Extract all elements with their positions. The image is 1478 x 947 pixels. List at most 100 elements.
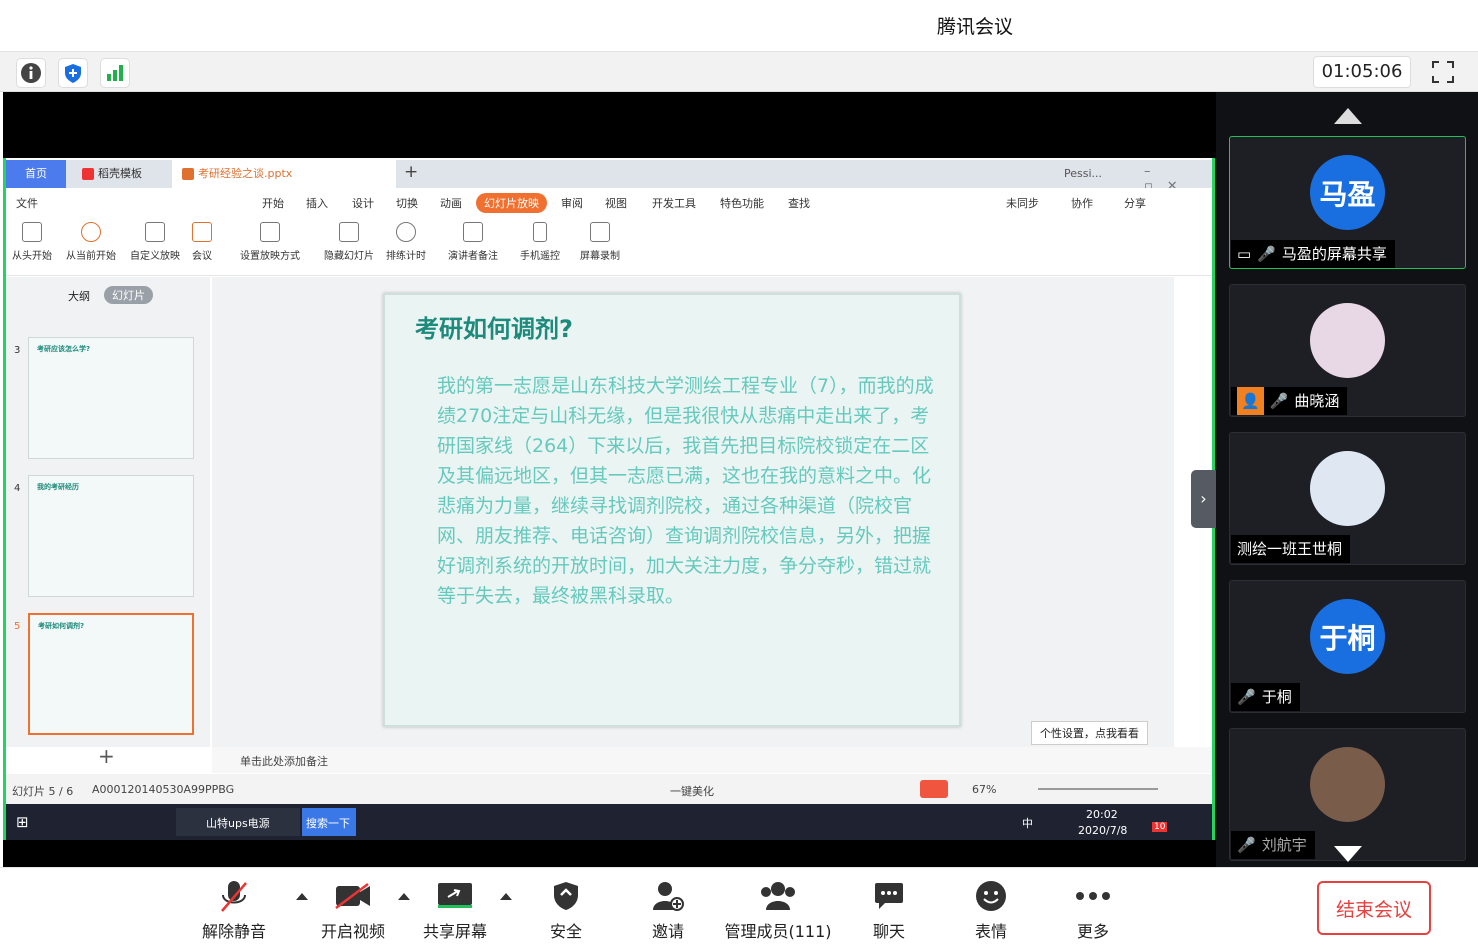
participant-name: 测绘一班王世桐: [1237, 540, 1343, 558]
zoom-slider[interactable]: [1038, 788, 1158, 790]
window-title: 腾讯会议: [936, 16, 1013, 38]
template-icon: [82, 168, 94, 180]
pane-tab-outline[interactable]: 大纲: [68, 288, 90, 304]
ribbon-custom-show[interactable]: 自定义放映: [130, 222, 180, 262]
scroll-down-icon[interactable]: [1334, 846, 1362, 862]
pane-tab-slides[interactable]: 幻灯片: [104, 286, 153, 304]
ribbon-screen-record[interactable]: 屏幕录制: [580, 222, 620, 262]
add-slide-icon[interactable]: +: [98, 744, 115, 768]
menu-search[interactable]: 查找: [788, 195, 810, 211]
thumbnail-title: 我的考研经历: [37, 483, 79, 491]
mute-options-icon[interactable]: [296, 893, 308, 900]
video-options-icon[interactable]: [398, 893, 410, 900]
signal-icon[interactable]: [100, 58, 130, 88]
mic-muted-icon: 🎤: [1269, 392, 1289, 410]
avatar: 马盈: [1310, 155, 1385, 230]
share-options-icon[interactable]: [500, 893, 512, 900]
ribbon-label: 隐藏幻灯片: [324, 251, 374, 262]
current-slide[interactable]: 考研如何调剂? 我的第一志愿是山东科技大学测绘工程专业（7），而我的成绩270注…: [383, 293, 961, 727]
menu-anim[interactable]: 动画: [440, 195, 462, 211]
slide-thumbnail[interactable]: 我的考研经历: [28, 475, 194, 597]
invite-button[interactable]: 邀请: [642, 878, 694, 942]
thumbnail-title: 考研应该怎么学?: [37, 345, 91, 353]
menu-insert[interactable]: 插入: [306, 195, 328, 211]
menu-special[interactable]: 特色功能: [720, 195, 764, 211]
screen-share-icon: ▭: [1237, 245, 1252, 263]
share-screen-button[interactable]: 共享屏幕: [418, 878, 492, 942]
menu-design[interactable]: 设计: [352, 195, 374, 211]
ribbon-rehearse[interactable]: 排练计时: [386, 222, 426, 262]
emoji-button[interactable]: 表情: [965, 878, 1017, 942]
security-label: 安全: [549, 922, 582, 941]
top-info-bar: [0, 52, 1478, 92]
tab-home[interactable]: 首页: [6, 160, 66, 188]
info-icon[interactable]: [16, 58, 46, 88]
tab-document[interactable]: 考研经验之谈.pptx: [172, 160, 396, 188]
user-icon: 👤: [1237, 387, 1264, 415]
end-meeting-button[interactable]: 结束会议: [1317, 881, 1431, 935]
participant-name-bar: 🎤 刘航宇: [1231, 831, 1315, 859]
ribbon-from-start[interactable]: 从头开始: [12, 222, 52, 262]
account-name[interactable]: Pessi...: [1064, 167, 1102, 180]
chat-button[interactable]: 聊天: [863, 878, 915, 942]
menu-start[interactable]: 开始: [262, 195, 284, 211]
start-video-button[interactable]: 开启视频: [316, 878, 390, 942]
security-button[interactable]: 安全: [540, 878, 592, 942]
menu-devtools[interactable]: 开发工具: [652, 195, 696, 211]
menu-file[interactable]: 文件: [16, 195, 38, 211]
menu-switch[interactable]: 切换: [396, 195, 418, 211]
unmute-button[interactable]: 解除静音: [198, 878, 270, 942]
beautify-button[interactable]: 一键美化: [670, 783, 714, 799]
menu-unsync[interactable]: 未同步: [1006, 195, 1039, 211]
menu-share[interactable]: 分享: [1124, 195, 1146, 211]
os-taskbar: ⊞ 山特ups电源 搜索一下 中 20:02 2020/7/8 10: [6, 804, 1212, 840]
notes-placeholder: 单击此处添加备注: [240, 755, 328, 768]
ribbon-label: 演讲者备注: [448, 251, 498, 262]
ribbon-from-current[interactable]: 从当前开始: [66, 222, 116, 262]
participant-name: 马盈的屏幕共享: [1281, 245, 1387, 263]
ribbon-speaker-notes[interactable]: 演讲者备注: [448, 222, 498, 262]
menu-review[interactable]: 审阅: [561, 195, 583, 211]
windows-start-icon[interactable]: ⊞: [16, 813, 29, 831]
slide-thumbnail[interactable]: 考研应该怎么学?: [28, 337, 194, 459]
slide-counter: 幻灯片 5 / 6: [12, 785, 74, 798]
notes-bar[interactable]: 单击此处添加备注: [212, 747, 1212, 773]
taskbar-app-ups[interactable]: 山特ups电源: [176, 808, 300, 836]
mic-on-icon: 🎤: [1257, 245, 1276, 263]
ribbon-meeting[interactable]: 会议: [192, 222, 212, 262]
window-title-bar: 腾讯会议: [0, 0, 1478, 52]
chat-label: 聊天: [872, 922, 905, 941]
wps-status-bar: 幻灯片 5 / 6 A000120140530A99PPBG 一键美化 67%: [6, 774, 1212, 804]
ribbon-phone-remote[interactable]: 手机遥控: [520, 222, 560, 262]
more-button[interactable]: 更多: [1067, 878, 1119, 942]
ribbon-label: 从当前开始: [66, 251, 116, 262]
wps-menu-bar: 文件 开始 插入 设计 切换 动画 幻灯片放映 审阅 视图 开发工具 特色功能 …: [6, 188, 1212, 216]
menu-slideshow[interactable]: 幻灯片放映: [476, 193, 547, 213]
collapse-panel-icon[interactable]: ›: [1191, 470, 1216, 528]
mic-muted-icon: 🎤: [1237, 688, 1256, 706]
fullscreen-icon[interactable]: [1425, 56, 1461, 88]
menu-view[interactable]: 视图: [605, 195, 627, 211]
slide-thumbnail-selected[interactable]: 考研如何调剂?: [28, 613, 194, 735]
ribbon-hide-slide[interactable]: 隐藏幻灯片: [324, 222, 374, 262]
zoom-level[interactable]: 67%: [972, 783, 996, 796]
thumbnail-number: 3: [14, 345, 21, 356]
ribbon-label: 屏幕录制: [580, 251, 620, 262]
menu-coop[interactable]: 协作: [1071, 195, 1093, 211]
manage-members-button[interactable]: 管理成员(111): [722, 878, 834, 942]
shield-icon[interactable]: [58, 58, 88, 88]
taskbar-ime[interactable]: 中: [1022, 815, 1033, 831]
tab-template[interactable]: 稻壳模板: [72, 160, 172, 188]
taskbar-badge: 10: [1152, 822, 1168, 832]
taskbar-search[interactable]: 搜索一下: [302, 808, 356, 836]
ribbon-show-settings[interactable]: 设置放映方式: [240, 222, 300, 262]
participant-name-bar: ▭ 🎤 马盈的屏幕共享: [1231, 240, 1395, 268]
taskbar-time: 20:02: [1086, 808, 1118, 821]
doc-id: A000120140530A99PPBG: [92, 783, 235, 796]
scroll-up-icon[interactable]: [1334, 108, 1362, 124]
new-tab-icon[interactable]: +: [404, 162, 418, 182]
pptx-icon: [182, 168, 194, 180]
play-slideshow-icon[interactable]: [920, 780, 948, 798]
meeting-timer: 01:05:06: [1313, 56, 1411, 88]
thumbnail-number: 5: [14, 621, 21, 632]
